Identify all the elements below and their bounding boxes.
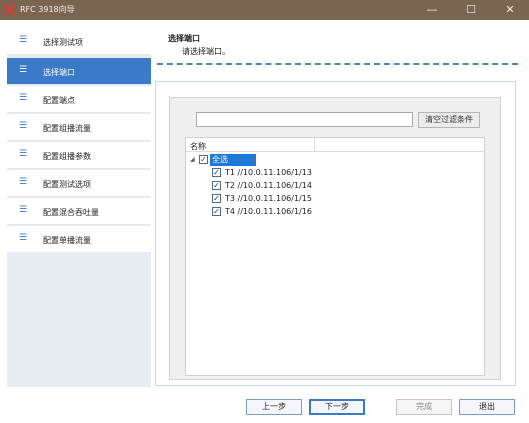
tree-row[interactable]: ✓ T3 //10.0.11.106/1/15 bbox=[212, 193, 352, 205]
list-icon: ☰ bbox=[19, 121, 28, 131]
checkbox-port[interactable]: ✓ bbox=[212, 181, 221, 190]
sidebar-item-config-unicast-traffic[interactable]: ☰ 配置单播流量 bbox=[7, 226, 151, 253]
list-icon: ☰ bbox=[19, 65, 28, 75]
sidebar-item-config-multicast-traffic[interactable]: ☰ 配置组播流量 bbox=[7, 114, 151, 141]
tree-header: 名称 bbox=[186, 138, 484, 152]
list-icon: ☰ bbox=[19, 93, 28, 103]
list-icon: ☰ bbox=[19, 205, 28, 215]
sidebar-item-label: 配置组播流量 bbox=[43, 124, 91, 133]
list-icon: ☰ bbox=[19, 177, 28, 187]
window-title: RFC 3918向导 bbox=[20, 5, 75, 14]
sidebar-item-config-endpoints[interactable]: ☰ 配置端点 bbox=[7, 86, 151, 113]
list-icon: ☰ bbox=[19, 149, 28, 159]
wizard-sidebar: ☰ 选择测试项 ☰ 选择端口 ☰ 配置端点 ☰ 配置组播流量 ☰ 配置组播参数 … bbox=[7, 28, 151, 387]
sidebar-item-label: 配置测试选项 bbox=[43, 180, 91, 189]
tree-row[interactable]: ✓ T1 //10.0.11.106/1/13 bbox=[212, 167, 352, 179]
tree-node-label: T4 //10.0.11.106/1/16 bbox=[225, 207, 312, 216]
tree-node-label: T3 //10.0.11.106/1/15 bbox=[225, 194, 312, 203]
checkbox-select-all[interactable]: ✓ bbox=[199, 155, 208, 164]
tree-node-label: T1 //10.0.11.106/1/13 bbox=[225, 168, 312, 177]
tree-node-label: 全选 bbox=[210, 154, 256, 166]
clear-filter-button[interactable]: 清空过滤条件 bbox=[418, 112, 480, 128]
sidebar-item-label: 选择端口 bbox=[43, 68, 75, 77]
tree-row-root[interactable]: ◢ ✓ 全选 bbox=[186, 154, 326, 166]
app-logo-icon bbox=[4, 3, 16, 16]
tree-row[interactable]: ✓ T4 //10.0.11.106/1/16 bbox=[212, 206, 352, 218]
header-divider bbox=[157, 63, 518, 65]
previous-button[interactable]: 上一步 bbox=[246, 399, 302, 415]
sidebar-item-config-test-options[interactable]: ☰ 配置测试选项 bbox=[7, 170, 151, 197]
maximize-icon[interactable]: ☐ bbox=[457, 0, 485, 20]
expand-toggle-icon[interactable]: ◢ bbox=[190, 156, 195, 163]
page-title: 选择端口 bbox=[168, 34, 200, 43]
sidebar-item-label: 配置端点 bbox=[43, 96, 75, 105]
column-header-name[interactable]: 名称 bbox=[190, 141, 206, 152]
checkbox-port[interactable]: ✓ bbox=[212, 194, 221, 203]
sidebar-item-config-mixed-throughput[interactable]: ☰ 配置混合吞吐量 bbox=[7, 198, 151, 225]
checkbox-port[interactable]: ✓ bbox=[212, 207, 221, 216]
sidebar-item-label: 配置组播参数 bbox=[43, 152, 91, 161]
sidebar-item-label: 配置单播流量 bbox=[43, 236, 91, 245]
filter-input[interactable] bbox=[196, 112, 413, 127]
sidebar-item-config-multicast-params[interactable]: ☰ 配置组播参数 bbox=[7, 142, 151, 169]
checkbox-port[interactable]: ✓ bbox=[212, 168, 221, 177]
sidebar-item-select-ports[interactable]: ☰ 选择端口 bbox=[7, 58, 151, 85]
next-button[interactable]: 下一步 bbox=[309, 399, 365, 415]
list-icon: ☰ bbox=[19, 233, 28, 243]
column-divider[interactable] bbox=[314, 138, 315, 152]
title-bar: RFC 3918向导 — ☐ ✕ bbox=[0, 0, 529, 20]
close-icon[interactable]: ✕ bbox=[496, 0, 524, 20]
minimize-icon[interactable]: — bbox=[418, 0, 446, 20]
sidebar-item-label: 配置混合吞吐量 bbox=[43, 208, 99, 217]
list-icon: ☰ bbox=[19, 35, 28, 45]
page-subtitle: 请选择端口。 bbox=[182, 47, 230, 56]
sidebar-item-label: 选择测试项 bbox=[43, 38, 83, 47]
finish-button[interactable]: 完成 bbox=[396, 399, 452, 415]
sidebar-item-select-test[interactable]: ☰ 选择测试项 bbox=[7, 28, 151, 55]
exit-button[interactable]: 退出 bbox=[459, 399, 515, 415]
tree-node-label: T2 //10.0.11.106/1/14 bbox=[225, 181, 312, 190]
tree-row[interactable]: ✓ T2 //10.0.11.106/1/14 bbox=[212, 180, 352, 192]
port-tree: 名称 ◢ ✓ 全选 ✓ T1 //10.0.11.106/1/13 ✓ T2 /… bbox=[185, 137, 485, 376]
